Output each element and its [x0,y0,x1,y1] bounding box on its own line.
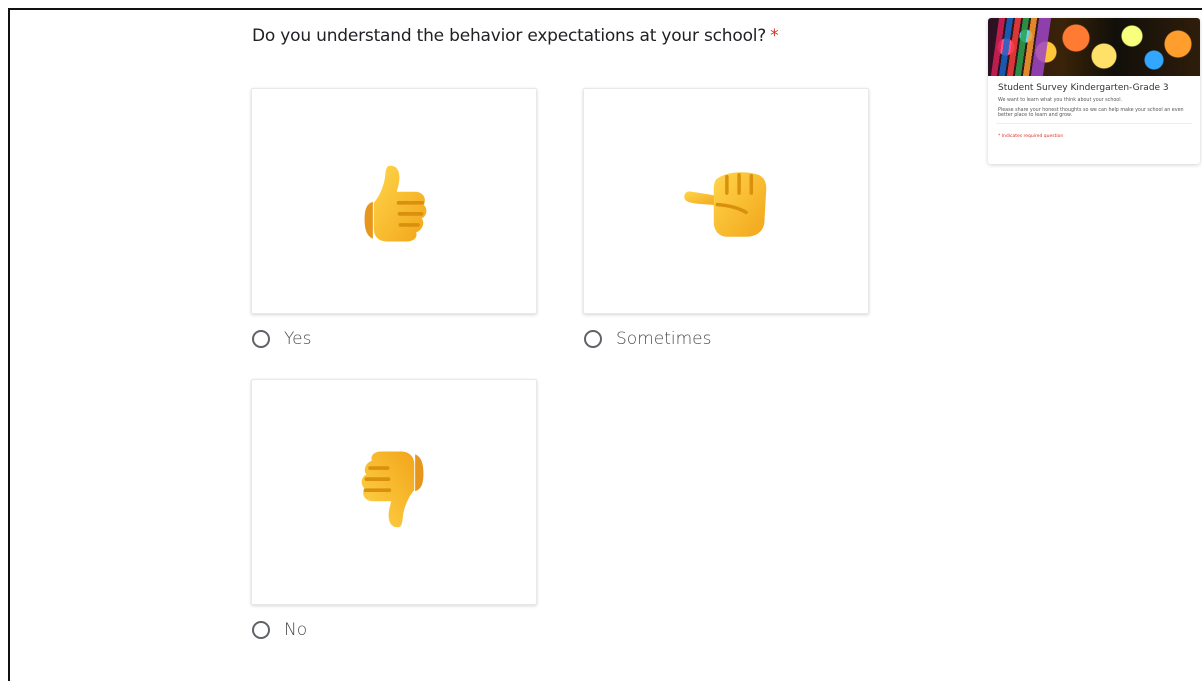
choice-no[interactable]: No [251,618,537,642]
pencils-image [990,18,1052,76]
sideways-thumb-icon [684,172,767,237]
question-text: Do you understand the behavior expectati… [252,26,767,46]
thumbs-down-icon [361,451,424,528]
thumbs-up-icon [364,165,427,242]
survey-header-banner [988,18,1200,76]
radio-sometimes[interactable] [584,330,602,348]
survey-divider [996,123,1192,125]
survey-header-thumbnail: Student Survey Kindergarten-Grade 3 We w… [988,18,1200,164]
image-card-sometimes[interactable] [583,88,869,314]
question-title: Do you understand the behavior expectati… [252,26,779,46]
radio-yes[interactable] [252,330,270,348]
option-sometimes[interactable]: Sometimes [583,88,869,351]
radio-no[interactable] [252,621,270,639]
option-no[interactable]: No [251,379,537,642]
image-card-no[interactable] [251,379,537,605]
survey-description-line-2: Please share your honest thoughts so we … [998,107,1184,119]
choice-sometimes[interactable]: Sometimes [583,327,869,351]
required-asterisk: * [770,26,779,46]
choice-label-no: No [284,620,308,640]
required-question-note: * Indicates required question [998,134,1064,140]
survey-title: Student Survey Kindergarten-Grade 3 [998,83,1169,93]
image-card-yes[interactable] [251,88,537,314]
choice-label-yes: Yes [284,329,312,349]
option-yes[interactable]: Yes [251,88,537,351]
choice-label-sometimes: Sometimes [616,329,712,349]
survey-description-line-1: We want to learn what you think about yo… [998,97,1123,103]
choice-yes[interactable]: Yes [251,327,537,351]
